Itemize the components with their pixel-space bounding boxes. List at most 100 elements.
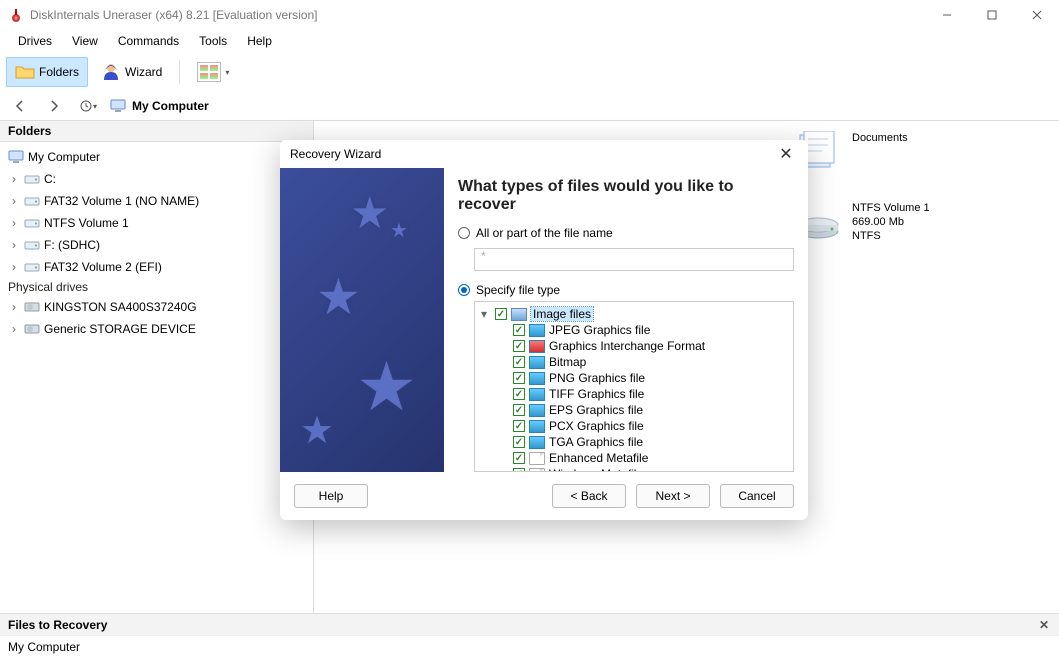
radio-filetype[interactable]: Specify file type bbox=[458, 283, 794, 297]
tree-label: NTFS Volume 1 bbox=[44, 216, 129, 230]
window-buttons bbox=[924, 0, 1059, 30]
filetype-label: Graphics Interchange Format bbox=[549, 339, 705, 353]
checkbox-icon[interactable]: ✓ bbox=[513, 404, 525, 416]
filetype-icon bbox=[529, 404, 545, 417]
files-bar-close[interactable]: ✕ bbox=[1035, 618, 1053, 632]
hdd-icon bbox=[24, 301, 40, 313]
filetype-item[interactable]: ✓ JPEG Graphics file bbox=[477, 322, 791, 338]
menu-help[interactable]: Help bbox=[237, 32, 282, 50]
checkbox-icon[interactable]: ✓ bbox=[513, 324, 525, 336]
expand-icon[interactable]: › bbox=[8, 300, 20, 314]
recovery-wizard-dialog: Recovery Wizard ✕ ★ ★ ★ ★ ★ What types o… bbox=[280, 140, 808, 520]
cancel-button[interactable]: Cancel bbox=[720, 484, 794, 508]
view-grid-button[interactable]: ▾ bbox=[188, 57, 238, 87]
checkbox-icon[interactable]: ✓ bbox=[513, 388, 525, 400]
filetype-item[interactable]: ✓ Bitmap bbox=[477, 354, 791, 370]
drive-icon bbox=[24, 173, 40, 185]
filetype-root[interactable]: ▾ ✓ Image files bbox=[477, 306, 791, 322]
checkbox-icon[interactable]: ✓ bbox=[513, 452, 525, 464]
tree-physical[interactable]: ›KINGSTON SA400S37240G bbox=[0, 296, 313, 318]
menubar: Drives View Commands Tools Help bbox=[0, 30, 1059, 52]
menu-drives[interactable]: Drives bbox=[8, 32, 62, 50]
minimize-button[interactable] bbox=[924, 0, 969, 30]
folders-label: Folders bbox=[39, 65, 79, 79]
filetype-item[interactable]: ✓EPS Graphics file bbox=[477, 402, 791, 418]
filename-input[interactable]: * bbox=[474, 248, 794, 271]
filetype-label: TIFF Graphics file bbox=[549, 387, 644, 401]
tree-root[interactable]: My Computer bbox=[0, 146, 313, 168]
checkbox-icon[interactable]: ✓ bbox=[513, 356, 525, 368]
item-ntfs1[interactable]: NTFS Volume 1 669.00 Mb NTFS bbox=[794, 201, 994, 243]
filetype-item[interactable]: ✓PCX Graphics file bbox=[477, 418, 791, 434]
files-to-recovery-bar[interactable]: Files to Recovery ✕ bbox=[0, 613, 1059, 635]
filetype-item[interactable]: ✓Enhanced Metafile bbox=[477, 450, 791, 466]
maximize-button[interactable] bbox=[969, 0, 1014, 30]
expand-icon[interactable]: › bbox=[8, 216, 20, 230]
help-button[interactable]: Help bbox=[294, 484, 368, 508]
folder-icon bbox=[511, 308, 527, 321]
drive-icon bbox=[24, 217, 40, 229]
item-documents[interactable]: Documents bbox=[794, 131, 994, 171]
next-button[interactable]: Next > bbox=[636, 484, 710, 508]
tree-physical[interactable]: ›Generic STORAGE DEVICE bbox=[0, 318, 313, 340]
filetype-item[interactable]: ✓TGA Graphics file bbox=[477, 434, 791, 450]
checkbox-icon[interactable]: ✓ bbox=[513, 340, 525, 352]
dialog-heading: What types of files would you like to re… bbox=[458, 178, 794, 214]
wizard-button[interactable]: Wizard bbox=[92, 57, 171, 87]
checkbox-icon[interactable]: ✓ bbox=[513, 372, 525, 384]
radio-filename[interactable]: All or part of the file name bbox=[458, 226, 794, 240]
radio-filename-label: All or part of the file name bbox=[476, 226, 613, 240]
expand-icon[interactable]: › bbox=[8, 172, 20, 186]
breadcrumb[interactable]: My Computer bbox=[110, 99, 209, 113]
expand-icon[interactable]: › bbox=[8, 238, 20, 252]
filetype-icon bbox=[529, 340, 545, 353]
computer-icon bbox=[8, 150, 24, 164]
drive-icon bbox=[24, 195, 40, 207]
sidebar: Folders My Computer ›C: ›FAT32 Volume 1 … bbox=[0, 121, 314, 613]
filetype-item[interactable]: ✓PNG Graphics file bbox=[477, 370, 791, 386]
filetype-item[interactable]: ✓ Graphics Interchange Format bbox=[477, 338, 791, 354]
radio-icon bbox=[458, 227, 470, 239]
dropdown-icon: ▾ bbox=[225, 68, 229, 77]
filetype-label: Bitmap bbox=[549, 355, 586, 369]
menu-commands[interactable]: Commands bbox=[108, 32, 189, 50]
statusbar: My Computer bbox=[0, 635, 1059, 657]
dialog-titlebar[interactable]: Recovery Wizard ✕ bbox=[280, 140, 808, 168]
checkbox-icon[interactable]: ✓ bbox=[513, 420, 525, 432]
radio-filetype-label: Specify file type bbox=[476, 283, 560, 297]
tree-volume[interactable]: › FAT32 Volume 2 (EFI) bbox=[0, 256, 313, 278]
folder-tree[interactable]: My Computer ›C: ›FAT32 Volume 1 (NO NAME… bbox=[0, 142, 313, 613]
checkbox-icon[interactable]: ✓ bbox=[513, 436, 525, 448]
folders-button[interactable]: Folders bbox=[6, 57, 88, 87]
close-button[interactable] bbox=[1014, 0, 1059, 30]
filetype-root-label: Image files bbox=[531, 307, 593, 321]
menu-tools[interactable]: Tools bbox=[189, 32, 237, 50]
physical-header: Physical drives bbox=[0, 278, 313, 296]
navbar: ▾ My Computer bbox=[0, 92, 1059, 120]
expand-icon[interactable]: › bbox=[8, 322, 20, 336]
expand-icon[interactable]: › bbox=[8, 260, 20, 274]
tree-label: FAT32 Volume 2 (EFI) bbox=[44, 260, 162, 274]
menu-view[interactable]: View bbox=[62, 32, 108, 50]
tree-volume[interactable]: ›C: bbox=[0, 168, 313, 190]
radio-icon bbox=[458, 284, 470, 296]
expand-icon[interactable]: › bbox=[8, 194, 20, 208]
dialog-close-button[interactable]: ✕ bbox=[774, 144, 798, 164]
tree-volume[interactable]: ›FAT32 Volume 1 (NO NAME) bbox=[0, 190, 313, 212]
checkbox-icon[interactable]: ✓ bbox=[495, 308, 507, 320]
nav-history[interactable]: ▾ bbox=[76, 94, 100, 118]
back-button[interactable]: < Back bbox=[552, 484, 626, 508]
drive-icon bbox=[24, 261, 40, 273]
hdd-icon bbox=[24, 323, 40, 335]
dialog-side-image: ★ ★ ★ ★ ★ bbox=[280, 168, 444, 472]
collapse-icon[interactable]: ▾ bbox=[481, 307, 491, 321]
tree-volume[interactable]: › NTFS Volume 1 bbox=[0, 212, 313, 234]
tree-volume[interactable]: ›F: (SDHC) bbox=[0, 234, 313, 256]
filetype-item[interactable]: ✓ TIFF Graphics file bbox=[477, 386, 791, 402]
filetype-label: JPEG Graphics file bbox=[549, 323, 650, 337]
nav-forward[interactable] bbox=[42, 94, 66, 118]
nav-back[interactable] bbox=[8, 94, 32, 118]
filetype-tree[interactable]: ▾ ✓ Image files ✓ JPEG Graphics file ✓ Grap… bbox=[474, 301, 794, 472]
filetype-icon bbox=[529, 356, 545, 369]
folders-header: Folders bbox=[0, 121, 313, 142]
